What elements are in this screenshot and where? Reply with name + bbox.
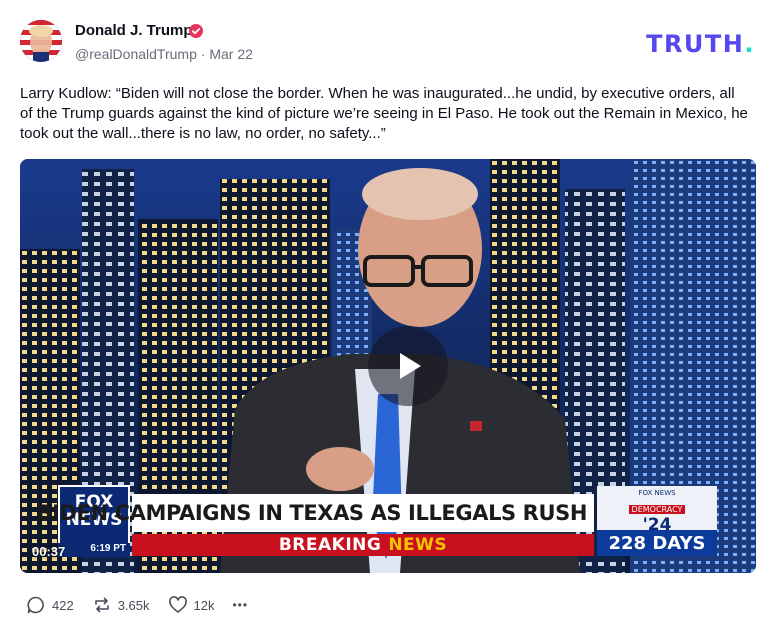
truth-logo[interactable]: TRUTH. [646,30,755,58]
video-player[interactable]: FOX NEWS 6:19 PT BIDEN CAMPAIGNS IN TEXA… [20,159,756,573]
retruth-count: 3.65k [117,597,150,613]
reply-count: 422 [52,597,74,613]
more-icon: ••• [232,598,249,612]
brand-dot: . [744,30,755,58]
like-count: 12k [193,597,215,613]
countdown-label: DEMOCRACY [628,505,686,514]
countdown-days: 228 DAYS [597,530,717,556]
reply-button[interactable]: 422 [26,595,74,615]
author-handle[interactable]: @realDonaldTrump [75,46,197,62]
retruth-icon [94,597,109,613]
like-button[interactable]: 12k [168,595,215,615]
play-button[interactable] [368,326,448,406]
post-date[interactable]: Mar 22 [209,46,253,62]
heart-icon [168,596,187,613]
post-text: Larry Kudlow: “Biden will not close the … [20,85,748,142]
post-actions: 422 3.65k 12k ••• [26,594,266,616]
brand-text: TRUTH [646,30,745,58]
retruth-button[interactable]: 3.65k [92,595,150,615]
reply-icon [27,596,44,614]
verified-badge-icon [189,24,203,38]
broadcast-time: 6:19 PT [58,543,130,557]
avatar[interactable] [20,20,62,62]
more-options-button[interactable]: ••• [232,598,248,612]
meta-separator: · [200,46,206,62]
author-name[interactable]: Donald J. Trump [75,22,193,39]
avatar-image [20,20,62,62]
play-icon [400,353,421,379]
countdown-network: FOX NEWS [638,489,676,497]
chyron-headline: BIDEN CAMPAIGNS IN TEXAS AS ILLEGALS RUS… [37,494,690,532]
democracy-countdown: FOX NEWS DEMOCRACY '24 228 DAYS [597,486,717,556]
breaking-news-banner: BREAKING NEWS [132,534,594,556]
news-label: NEWS [388,535,448,555]
video-timestamp: 00:37 [32,544,66,559]
breaking-label: BREAKING [278,535,382,555]
author-meta: @realDonaldTrump · Mar 22 [75,46,253,62]
countdown-header: FOX NEWS DEMOCRACY '24 [597,486,717,534]
truth-post: Donald J. Trump @realDonaldTrump · Mar 2… [0,0,777,635]
